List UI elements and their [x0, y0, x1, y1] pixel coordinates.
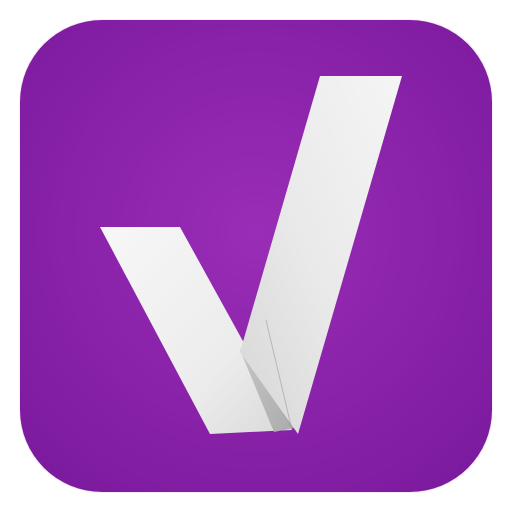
- checkmark-app-icon[interactable]: [20, 20, 492, 492]
- checkmark-icon-artwork: [20, 20, 492, 492]
